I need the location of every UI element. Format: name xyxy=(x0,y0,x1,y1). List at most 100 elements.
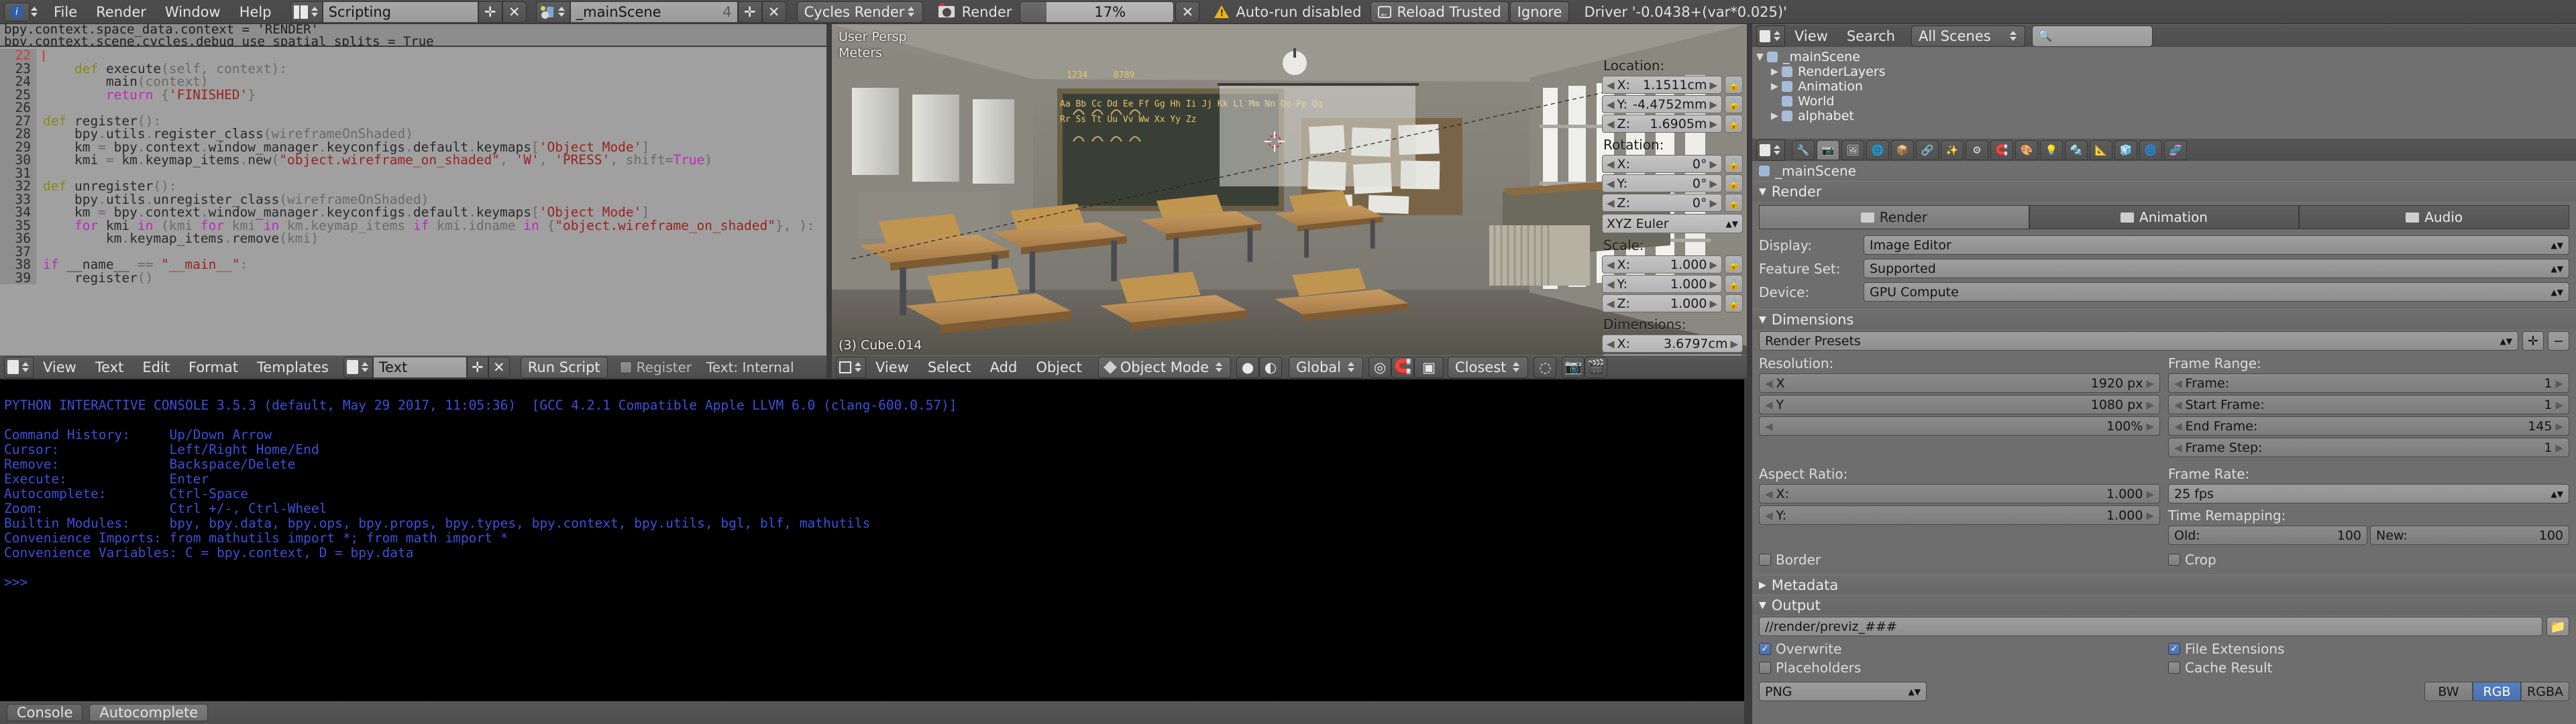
overwrite-checkbox[interactable]: ✓ Overwrite xyxy=(1759,641,2160,657)
properties-editor-type-icon[interactable] xyxy=(1756,139,1785,161)
color-mode-rgba[interactable]: RGBA xyxy=(2521,682,2569,701)
register-checkbox[interactable]: Register xyxy=(620,359,692,375)
disclosure-triangle-icon[interactable]: ▼ xyxy=(1756,52,1767,62)
resolution-field[interactable]: ◀X1920 px▶ xyxy=(1759,373,2160,393)
section-output[interactable]: ▼ Output xyxy=(1752,595,2576,615)
transform-field[interactable]: ◀Z:0°▶ xyxy=(1602,194,1722,212)
menu-window[interactable]: Window xyxy=(156,0,230,24)
lock-icon[interactable]: 🔓 xyxy=(1725,76,1743,94)
snap-element-icon[interactable]: ▣ xyxy=(1414,357,1444,378)
properties-editor[interactable]: _mainScene ▼ Render RenderAnimationAudio… xyxy=(1752,161,2576,724)
outliner-menu-view[interactable]: View xyxy=(1785,24,1837,48)
properties-tab-14[interactable]: 🌀 xyxy=(2139,140,2162,160)
transform-field[interactable]: ◀Z:1.6905m▶ xyxy=(1602,115,1722,133)
render-camera-icon[interactable]: 📷 xyxy=(1562,357,1585,378)
properties-tab-5[interactable]: 🔗 xyxy=(1916,140,1939,160)
interaction-mode-select[interactable]: Object Mode xyxy=(1098,357,1231,378)
scene-name-field[interactable]: _mainScene xyxy=(576,4,661,20)
console-tab-console[interactable]: Console xyxy=(7,704,83,721)
file-extensions-checkbox-box[interactable]: ✓ xyxy=(2168,643,2180,655)
file-format-select[interactable]: PNG▲▼ xyxy=(1759,682,1927,701)
new-screen-button[interactable]: ✛ xyxy=(478,1,502,23)
resolution-field[interactable]: ◀Y1080 px▶ xyxy=(1759,395,2160,414)
device-select[interactable]: GPU Compute▲▼ xyxy=(1864,282,2569,302)
frame-range-field[interactable]: ◀Frame Step:1▶ xyxy=(2168,438,2569,457)
scene-icon[interactable] xyxy=(536,1,570,23)
transform-field[interactable]: ◀X:1.1511cm▶ xyxy=(1602,76,1722,94)
properties-tab-13[interactable]: 🧊 xyxy=(2114,140,2137,160)
properties-tab-9[interactable]: 🎨 xyxy=(2015,140,2038,160)
menu-file[interactable]: File xyxy=(44,0,87,24)
outliner-display-mode-select[interactable]: All Scenes xyxy=(1911,25,2025,47)
lock-icon[interactable]: 🔓 xyxy=(1725,194,1743,212)
render-animation-icon[interactable]: 🎬 xyxy=(1585,357,1607,378)
lock-icon[interactable]: 🔓 xyxy=(1725,115,1743,133)
lock-icon[interactable]: 🔓 xyxy=(1725,294,1743,312)
cache-result-checkbox[interactable]: Cache Result xyxy=(2168,660,2569,676)
placeholders-checkbox-box[interactable] xyxy=(1759,662,1771,674)
aspect-field[interactable]: ◀X:1.000▶ xyxy=(1759,484,2160,503)
outliner-row[interactable]: World xyxy=(1752,94,2576,109)
properties-tab-4[interactable]: 📦 xyxy=(1891,140,1914,160)
console-tab-autocomplete[interactable]: Autocomplete xyxy=(89,704,208,721)
lock-icon[interactable]: 🔓 xyxy=(1725,255,1743,274)
transform-field[interactable]: ◀X:3.6797cm▶ xyxy=(1602,335,1743,353)
file-extensions-checkbox[interactable]: ✓ File Extensions xyxy=(2168,641,2569,657)
color-mode-rgb[interactable]: RGB xyxy=(2473,682,2521,701)
aspect-field[interactable]: ◀Y:1.000▶ xyxy=(1759,505,2160,525)
shading-solid-icon[interactable]: ◐ xyxy=(1259,357,1282,378)
properties-tab-1[interactable]: 📷 xyxy=(1817,140,1839,160)
border-checkbox-box[interactable] xyxy=(1759,554,1771,566)
outliner-search-input[interactable]: 🔍 xyxy=(2032,25,2153,47)
render-render-button[interactable]: Render xyxy=(1759,205,2029,229)
disclosure-triangle-icon[interactable]: ▶ xyxy=(1771,111,1782,121)
crop-checkbox-box[interactable] xyxy=(2168,554,2180,566)
text-menu-format[interactable]: Format xyxy=(179,355,248,379)
text-menu-edit[interactable]: Edit xyxy=(133,355,179,379)
render-animation-button[interactable]: Animation xyxy=(2029,205,2300,229)
lock-icon[interactable]: 🔓 xyxy=(1725,155,1743,173)
section-metadata[interactable]: ▶ Metadata xyxy=(1752,575,2576,595)
register-checkbox-box[interactable] xyxy=(620,361,632,373)
outliner-editor-type-icon[interactable] xyxy=(1756,25,1785,47)
code-area[interactable]: 2223 def execute(self, context):24 main(… xyxy=(0,47,826,284)
disclosure-triangle-icon[interactable]: ▶ xyxy=(1771,66,1782,77)
properties-tab-3[interactable]: 🌐 xyxy=(1866,140,1889,160)
properties-tab-15[interactable]: 🧬 xyxy=(2164,140,2187,160)
resolution-field[interactable]: ◀100%▶ xyxy=(1759,416,2160,436)
cache-result-checkbox-box[interactable] xyxy=(2168,662,2180,674)
border-checkbox[interactable]: Border xyxy=(1759,552,2160,568)
menu-render[interactable]: Render xyxy=(87,0,156,24)
outliner-row[interactable]: ▶Animation xyxy=(1752,79,2576,94)
frame-range-field[interactable]: ◀Frame:1▶ xyxy=(2168,373,2569,393)
run-script-button[interactable]: Run Script xyxy=(521,357,608,378)
screen-layout-icon[interactable] xyxy=(290,1,323,23)
outliner-row[interactable]: ▶RenderLayers xyxy=(1752,64,2576,79)
properties-tab-8[interactable]: 🧲 xyxy=(1990,140,2013,160)
rotation-mode-select[interactable]: XYZ Euler ▲▼ xyxy=(1602,214,1743,233)
frame-range-field[interactable]: ◀End Frame:145▶ xyxy=(2168,416,2569,436)
display-select[interactable]: Image Editor▲▼ xyxy=(1864,235,2569,255)
viewport-editor-type-icon[interactable] xyxy=(836,357,866,378)
delete-screen-button[interactable]: ✕ xyxy=(502,1,527,23)
frame-range-field[interactable]: ◀Start Frame:1▶ xyxy=(2168,395,2569,414)
info-editor-icon[interactable]: i xyxy=(4,3,30,21)
properties-tab-10[interactable]: 💡 xyxy=(2040,140,2063,160)
vp-menu-view[interactable]: View xyxy=(866,355,918,379)
transform-field[interactable]: ◀Y:1.000▶ xyxy=(1602,275,1722,293)
properties-tab-2[interactable]: 🖼 xyxy=(1841,140,1864,160)
transform-field[interactable]: ◀X:1.000▶ xyxy=(1602,255,1722,274)
ignore-button[interactable]: Ignore xyxy=(1510,1,1570,23)
featureset-select[interactable]: Supported▲▼ xyxy=(1864,259,2569,278)
add-preset-button[interactable]: ✛ xyxy=(2522,331,2544,351)
outliner-menu-search[interactable]: Search xyxy=(1837,24,1904,48)
viewport-shading-icon[interactable]: ● xyxy=(1236,357,1259,378)
text-editor-type-icon[interactable] xyxy=(4,357,34,378)
vp-menu-select[interactable]: Select xyxy=(918,355,981,379)
text-datablock-name[interactable]: Text xyxy=(373,357,467,378)
menu-help[interactable]: Help xyxy=(230,0,281,24)
pivot-point-icon[interactable]: ◎ xyxy=(1368,357,1391,378)
lock-icon[interactable]: 🔓 xyxy=(1725,95,1743,113)
render-audio-button[interactable]: Audio xyxy=(2299,205,2569,229)
remove-preset-button[interactable]: − xyxy=(2548,331,2569,351)
